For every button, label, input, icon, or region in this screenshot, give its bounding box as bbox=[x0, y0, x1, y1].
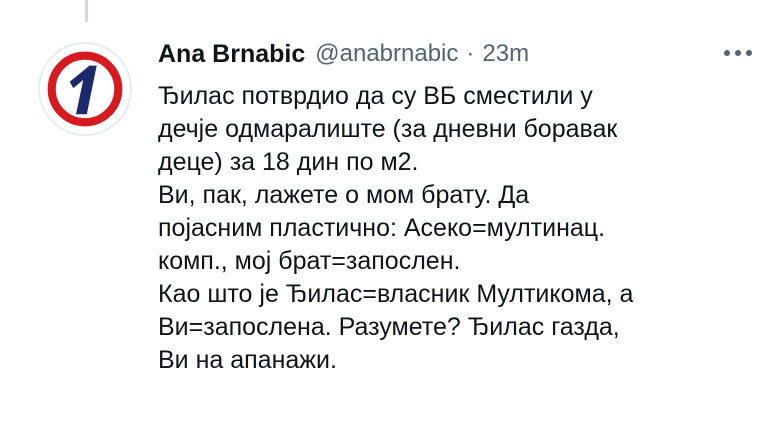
more-options-button[interactable] bbox=[720, 38, 756, 68]
tweet-text-line: Ви на апанажи. bbox=[158, 346, 337, 374]
tweet-text-line: Ђилас потврдио да су ВБ сместили у bbox=[158, 82, 593, 110]
author-handle[interactable]: @anabrnabic bbox=[315, 40, 458, 68]
party-logo-icon bbox=[47, 51, 123, 127]
tweet-text-line: појасним пластично: Асеко=мултинац. bbox=[158, 214, 606, 242]
tweet-text-line: деце) за 18 дин по м2. bbox=[158, 148, 419, 176]
tweet-text-line: комп., мој брат=запослен. bbox=[158, 247, 461, 275]
tweet-text-line: Ви, пак, лажете о мом брату. Да bbox=[158, 181, 530, 209]
tweet-text-line: Ви=запослена. Разумете? Ђилас газда, bbox=[158, 313, 620, 341]
tweet-header: Ana Brnabic @anabrnabic · 23m bbox=[158, 36, 750, 72]
tweet-text-line: Као што је Ђилас=власник Мултикома, а bbox=[158, 280, 634, 308]
more-horizontal-icon bbox=[724, 50, 752, 56]
header-separator: · bbox=[466, 40, 475, 67]
avatar[interactable] bbox=[38, 42, 132, 136]
author-display-name[interactable]: Ana Brnabic bbox=[158, 40, 305, 69]
tweet-text-line: дечје одмаралиште (за дневни боравак bbox=[158, 115, 618, 143]
thread-connector-line bbox=[85, 0, 88, 22]
tweet-text: Ђилас потврдио да су ВБ сместили у дечје… bbox=[158, 80, 758, 377]
tweet-timestamp[interactable]: 23m bbox=[482, 40, 529, 68]
